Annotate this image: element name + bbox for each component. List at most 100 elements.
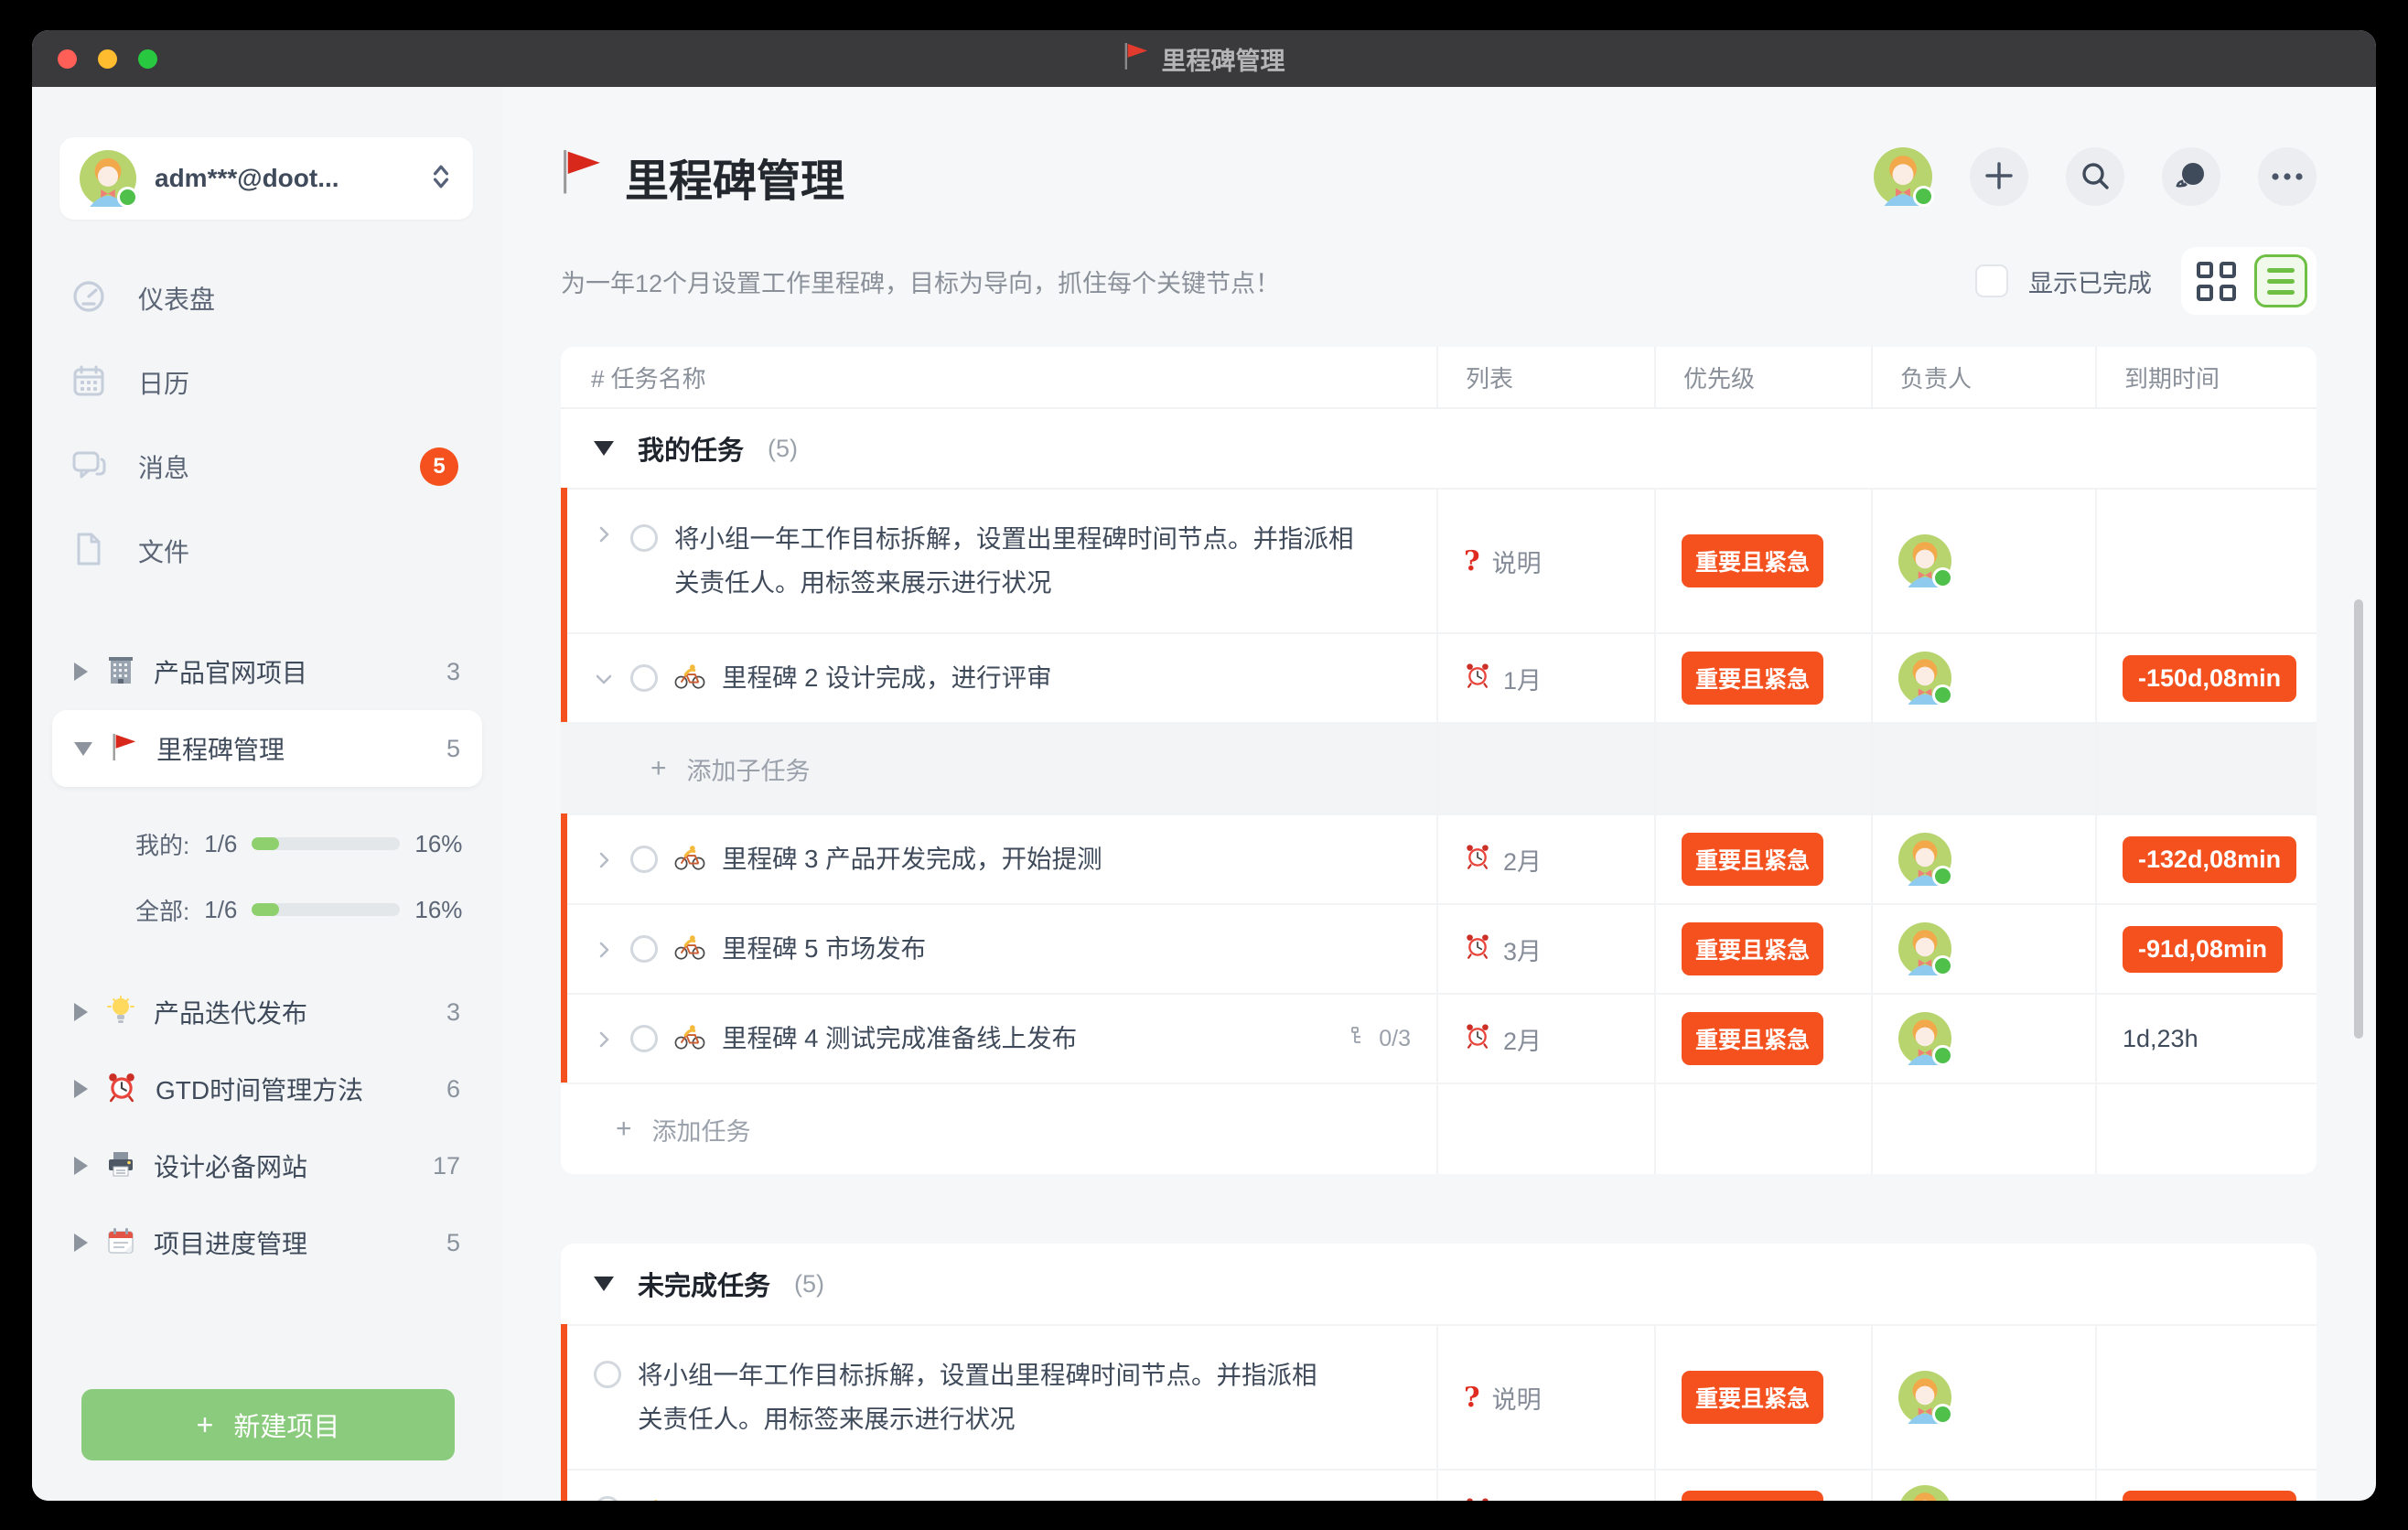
current-user-avatar[interactable] <box>1874 147 1932 206</box>
due-cell[interactable]: -132d,08min <box>2095 815 2317 903</box>
sidebar-item-dashboard[interactable]: 仪表盘 <box>32 256 502 340</box>
vertical-scrollbar[interactable] <box>2354 599 2363 1039</box>
sidebar-item-messages[interactable]: 消息 5 <box>32 425 502 509</box>
priority-badge: 重要且紧急 <box>1682 1371 1823 1424</box>
expand-chevron-icon[interactable] <box>594 940 614 960</box>
board-view-button[interactable] <box>2190 255 2241 307</box>
priority-cell[interactable]: 重要且紧急 <box>1654 490 1871 632</box>
complete-checkbox[interactable] <box>630 664 658 692</box>
complete-checkbox[interactable] <box>630 846 658 873</box>
owner-avatar <box>1898 1012 1951 1065</box>
task-row[interactable]: 里程碑 2 设计完成，进行评审 1月 重要且紧急 -150d,08min <box>561 1469 2317 1501</box>
complete-checkbox[interactable] <box>630 1025 658 1052</box>
sidebar-item-files[interactable]: 文件 <box>32 509 502 593</box>
task-row[interactable]: 里程碑 2 设计完成，进行评审 1月 重要且紧急 -150d,08min <box>561 632 2317 722</box>
expand-chevron-icon[interactable] <box>594 1029 614 1050</box>
minimize-button[interactable] <box>98 49 117 69</box>
sidebar-project-schedule[interactable]: 项目进度管理 5 <box>52 1204 482 1281</box>
complete-checkbox[interactable] <box>594 1361 621 1388</box>
due-cell[interactable] <box>2095 1326 2317 1469</box>
list-cell[interactable]: 2月 <box>1436 995 1654 1083</box>
column-header-list[interactable]: 列表 <box>1436 347 1654 407</box>
add-button[interactable] <box>1970 147 2028 206</box>
sidebar-project-iteration[interactable]: 产品迭代发布 3 <box>52 974 482 1051</box>
chat-button[interactable] <box>2162 147 2220 206</box>
caret-right-icon[interactable] <box>74 663 88 681</box>
task-row[interactable]: 将小组一年工作目标拆解，设置出里程碑时间节点。并指派相关责任人。用标签来展示进行… <box>561 488 2317 632</box>
show-completed-checkbox[interactable] <box>1975 264 2008 297</box>
priority-cell[interactable]: 重要且紧急 <box>1654 1471 1871 1501</box>
progress-row-mine: 我的: 1/6 16% <box>32 811 502 877</box>
owner-cell[interactable] <box>1871 490 2095 632</box>
sidebar-project-website[interactable]: 产品官网项目 3 <box>52 633 482 710</box>
project-progress: 我的: 1/6 16% 全部: 1/6 16% <box>32 811 502 943</box>
due-cell[interactable]: 1d,23h <box>2095 995 2317 1083</box>
add-task-label: 添加任务 <box>652 1112 751 1148</box>
due-cell[interactable]: -150d,08min <box>2095 634 2317 722</box>
flag-icon <box>1123 41 1149 77</box>
priority-cell[interactable]: 重要且紧急 <box>1654 995 1871 1083</box>
due-cell[interactable]: -91d,08min <box>2095 905 2317 993</box>
list-cell[interactable]: ? 说明 <box>1436 1326 1654 1469</box>
list-view-button[interactable] <box>2254 254 2307 307</box>
caret-right-icon[interactable] <box>74 1234 88 1252</box>
complete-checkbox[interactable] <box>594 1496 621 1501</box>
task-title: 里程碑 5 市场发布 <box>722 927 926 971</box>
column-header-priority[interactable]: 优先级 <box>1654 347 1871 407</box>
owner-cell[interactable] <box>1871 634 2095 722</box>
task-row[interactable]: 里程碑 5 市场发布 3月 重要且紧急 -91d,08min <box>561 903 2317 993</box>
list-cell[interactable]: 1月 <box>1436 634 1654 722</box>
caret-right-icon[interactable] <box>74 1080 88 1098</box>
more-button[interactable] <box>2258 147 2317 206</box>
task-row[interactable]: 将小组一年工作目标拆解，设置出里程碑时间节点。并指派相关责任人。用标签来展示进行… <box>561 1324 2317 1469</box>
app-window: 里程碑管理 adm***@doot... 仪表盘 <box>32 30 2376 1501</box>
list-cell[interactable]: 1月 <box>1436 1471 1654 1501</box>
owner-cell[interactable] <box>1871 905 2095 993</box>
owner-cell[interactable] <box>1871 1326 2095 1469</box>
task-row[interactable]: 里程碑 4 测试完成准备线上发布 0/3 2月 重要且紧急 1d <box>561 993 2317 1083</box>
priority-cell[interactable]: 重要且紧急 <box>1654 1326 1871 1469</box>
owner-cell[interactable] <box>1871 1471 2095 1501</box>
owner-cell[interactable] <box>1871 995 2095 1083</box>
search-button[interactable] <box>2066 147 2124 206</box>
sidebar-project-design-sites[interactable]: 设计必备网站 17 <box>52 1127 482 1204</box>
close-button[interactable] <box>58 49 77 69</box>
priority-cell[interactable]: 重要且紧急 <box>1654 905 1871 993</box>
sidebar-project-milestone[interactable]: 里程碑管理 5 <box>52 710 482 787</box>
ellipsis-icon <box>2271 170 2304 184</box>
caret-down-icon[interactable] <box>74 742 92 756</box>
collapse-triangle-icon[interactable] <box>594 441 614 456</box>
sidebar-item-calendar[interactable]: 日历 <box>32 340 502 425</box>
collapse-triangle-icon[interactable] <box>594 1277 614 1291</box>
overdue-badge: -150d,08min <box>2123 1491 2296 1501</box>
account-switcher[interactable]: adm***@doot... <box>59 137 473 220</box>
expand-chevron-icon[interactable] <box>594 524 614 544</box>
zoom-button[interactable] <box>138 49 157 69</box>
plus-icon <box>1983 160 2015 194</box>
column-header-due[interactable]: 到期时间 <box>2095 347 2317 407</box>
add-task-row[interactable]: + 添加任务 <box>561 1083 2317 1174</box>
expand-chevron-icon[interactable] <box>594 850 614 870</box>
priority-cell[interactable]: 重要且紧急 <box>1654 815 1871 903</box>
due-cell[interactable]: -150d,08min <box>2095 1471 2317 1501</box>
owner-cell[interactable] <box>1871 815 2095 903</box>
column-header-owner[interactable]: 负责人 <box>1871 347 2095 407</box>
collapse-chevron-icon[interactable] <box>594 669 614 689</box>
group-header-uncompleted[interactable]: 未完成任务 (5) <box>561 1244 2317 1324</box>
new-project-button[interactable]: + 新建项目 <box>81 1389 455 1460</box>
caret-right-icon[interactable] <box>74 1157 88 1175</box>
task-row[interactable]: 里程碑 3 产品开发完成，开始提测 2月 重要且紧急 -132d,08min <box>561 813 2317 903</box>
list-cell[interactable]: 2月 <box>1436 815 1654 903</box>
group-header-my-tasks[interactable]: 我的任务 (5) <box>561 409 2317 488</box>
list-cell[interactable]: 3月 <box>1436 905 1654 993</box>
caret-right-icon[interactable] <box>74 1003 88 1021</box>
sidebar-project-gtd[interactable]: GTD时间管理方法 6 <box>52 1051 482 1127</box>
list-cell[interactable]: ? 说明 <box>1436 490 1654 632</box>
due-cell[interactable] <box>2095 490 2317 632</box>
column-header-task[interactable]: # 任务名称 <box>561 347 1436 407</box>
priority-cell[interactable]: 重要且紧急 <box>1654 634 1871 722</box>
complete-checkbox[interactable] <box>630 524 658 552</box>
complete-checkbox[interactable] <box>630 935 658 963</box>
add-subtask-row[interactable]: + 添加子任务 <box>561 722 2317 813</box>
page-title: 里程碑管理 <box>561 145 844 209</box>
